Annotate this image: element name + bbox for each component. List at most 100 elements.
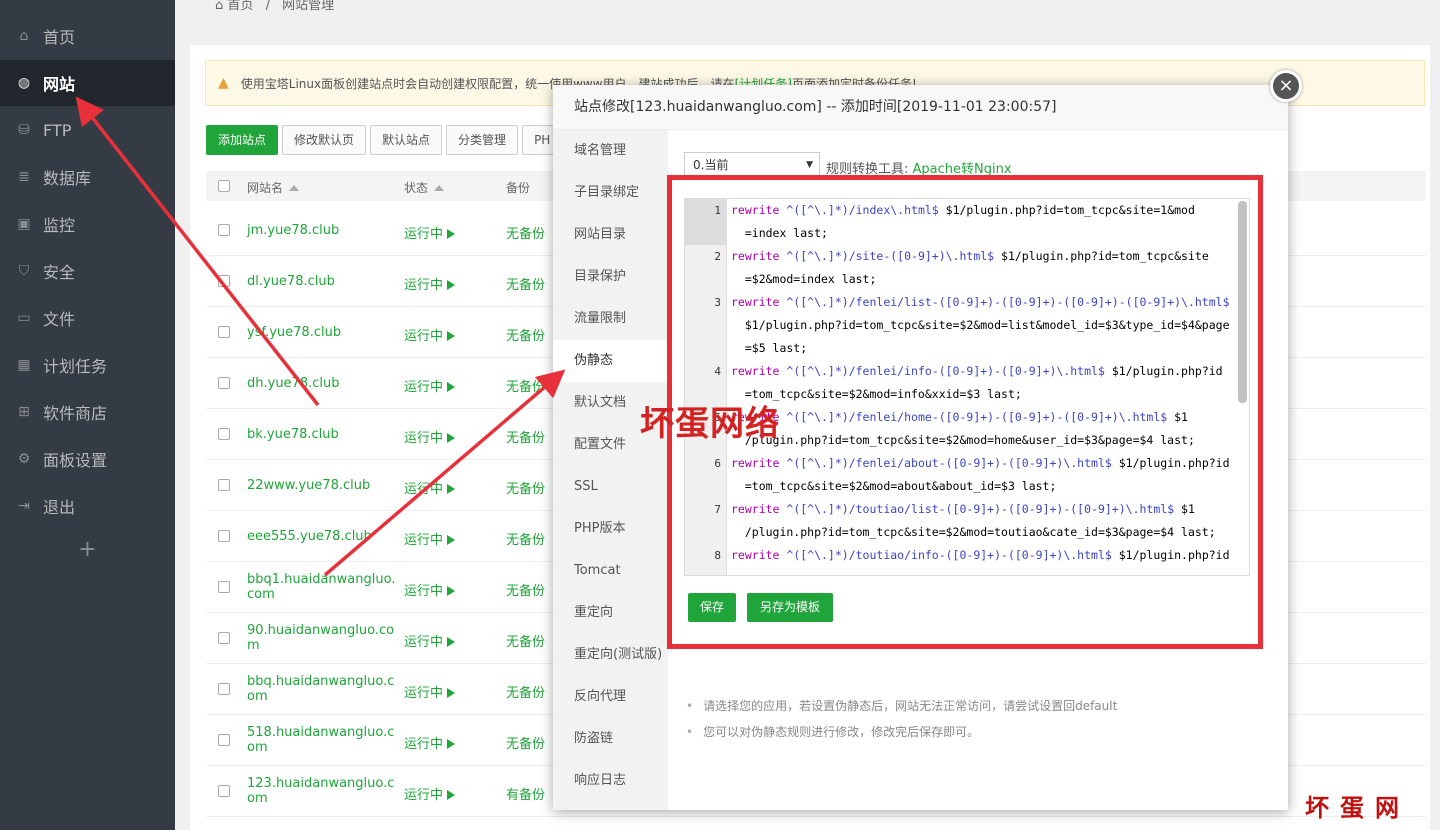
modal-nav-item[interactable]: 域名管理: [553, 130, 668, 172]
site-name-link[interactable]: jm.yue78.club: [247, 223, 397, 238]
site-status[interactable]: 运行中: [404, 682, 456, 701]
site-status[interactable]: 运行中: [404, 274, 456, 293]
rewrite-template-select[interactable]: 0.当前 ▼: [684, 152, 820, 178]
site-status[interactable]: 运行中: [404, 223, 456, 242]
backup-status[interactable]: 无备份: [506, 274, 545, 293]
sidebar-item-8[interactable]: ⊞ 软件商店: [0, 389, 175, 435]
rewrite-code-editor[interactable]: 12345678 rewrite ^([^\.]*)/index\.html$ …: [684, 198, 1250, 576]
row-checkbox[interactable]: [218, 428, 230, 440]
site-name-link[interactable]: dl.yue78.club: [247, 274, 397, 289]
code-line: /plugin.php?id=tom_tcpc&site=$2&mod=tout…: [731, 521, 1236, 544]
add-menu-button[interactable]: +: [0, 530, 175, 570]
home-icon[interactable]: ⌂: [215, 0, 223, 13]
sidebar-item-7[interactable]: ▦ 计划任务: [0, 342, 175, 388]
backup-status[interactable]: 无备份: [506, 529, 545, 548]
rule-tool: 规则转换工具: Apache转Nginx: [826, 158, 1012, 177]
backup-status[interactable]: 无备份: [506, 223, 545, 242]
sidebar-item-9[interactable]: ⚙ 面板设置: [0, 436, 175, 482]
row-checkbox[interactable]: [218, 734, 230, 746]
close-icon[interactable]: ×: [1270, 70, 1302, 102]
modal-nav-item[interactable]: Tomcat: [553, 550, 668, 592]
modal-nav-item[interactable]: 流量限制: [553, 298, 668, 340]
modal-nav-item[interactable]: 网站目录: [553, 214, 668, 256]
sidebar-item-10[interactable]: ⇥ 退出: [0, 483, 175, 529]
backup-status[interactable]: 有备份: [506, 784, 545, 803]
play-icon: [447, 688, 456, 698]
breadcrumb-home[interactable]: 首页: [227, 0, 253, 13]
site-status[interactable]: 运行中: [404, 427, 456, 446]
site-name-link[interactable]: bk.yue78.club: [247, 427, 397, 442]
modal-nav-item[interactable]: 重定向(测试版): [553, 634, 668, 676]
backup-status[interactable]: 无备份: [506, 325, 545, 344]
site-status[interactable]: 运行中: [404, 376, 456, 395]
target: =$5 last;: [731, 341, 808, 355]
backup-status[interactable]: 无备份: [506, 733, 545, 752]
modal-nav-item[interactable]: 反向代理: [553, 676, 668, 718]
site-name-link[interactable]: 90.huaidanwangluo.com: [247, 623, 397, 653]
header-status[interactable]: 状态: [404, 179, 445, 196]
breadcrumb-current: 网站管理: [282, 0, 335, 13]
status-label: 运行中: [404, 635, 444, 650]
backup-status[interactable]: 无备份: [506, 427, 545, 446]
modal-nav-item[interactable]: PHP版本: [553, 508, 668, 550]
sidebar-item-3[interactable]: ≣ 数据库: [0, 154, 175, 200]
row-checkbox[interactable]: [218, 581, 230, 593]
row-checkbox[interactable]: [218, 377, 230, 389]
site-status[interactable]: 运行中: [404, 631, 456, 650]
sidebar-item-0[interactable]: ⌂ 首页: [0, 13, 175, 59]
row-checkbox[interactable]: [218, 275, 230, 287]
row-checkbox[interactable]: [218, 479, 230, 491]
sidebar-item-2[interactable]: ⛁ FTP: [0, 107, 175, 153]
add-site-button[interactable]: 添加站点: [206, 125, 279, 155]
modal-nav-item[interactable]: 重定向: [553, 592, 668, 634]
site-name-link[interactable]: eee555.yue78.club: [247, 529, 397, 544]
sidebar-item-4[interactable]: ▣ 监控: [0, 201, 175, 247]
backup-status[interactable]: 无备份: [506, 580, 545, 599]
row-checkbox[interactable]: [218, 224, 230, 236]
site-status[interactable]: 运行中: [404, 478, 456, 497]
row-checkbox[interactable]: [218, 326, 230, 338]
modal-nav-item[interactable]: 目录保护: [553, 256, 668, 298]
target: $1/plugin.php?id=tom_tcpc&site=$2&mod=li…: [731, 318, 1230, 332]
default-site-button[interactable]: 默认站点: [370, 125, 443, 155]
site-name-link[interactable]: bbq.huaidanwangluo.com: [247, 674, 397, 704]
site-status[interactable]: 运行中: [404, 325, 456, 344]
category-button[interactable]: 分类管理: [446, 125, 519, 155]
site-name-link[interactable]: dh.yue78.club: [247, 376, 397, 391]
row-checkbox[interactable]: [218, 785, 230, 797]
modal-nav-item[interactable]: 响应日志: [553, 760, 668, 802]
header-name[interactable]: 网站名: [247, 179, 300, 196]
modal-nav-item[interactable]: 伪静态: [553, 340, 668, 382]
site-status[interactable]: 运行中: [404, 529, 456, 548]
backup-status[interactable]: 无备份: [506, 478, 545, 497]
modal-nav-item[interactable]: SSL: [553, 466, 668, 508]
code-line: rewrite ^([^\.]*)/fenlei/home-([0-9]+)-(…: [731, 406, 1236, 429]
site-name-link[interactable]: 123.huaidanwangluo.com: [247, 776, 397, 806]
sidebar-item-6[interactable]: ▭ 文件: [0, 295, 175, 341]
site-name-link[interactable]: ysf.yue78.club: [247, 325, 397, 340]
select-all-checkbox[interactable]: [218, 180, 230, 192]
sidebar-item-label: 计划任务: [43, 357, 108, 376]
site-status[interactable]: 运行中: [404, 784, 456, 803]
sidebar-item-1[interactable]: ◍ 网站: [0, 60, 175, 106]
warning-icon: ▲: [218, 75, 229, 91]
apache-to-nginx-link[interactable]: Apache转Nginx: [913, 162, 1012, 177]
row-checkbox[interactable]: [218, 683, 230, 695]
modal-nav-item[interactable]: 子目录绑定: [553, 172, 668, 214]
row-checkbox[interactable]: [218, 632, 230, 644]
row-checkbox[interactable]: [218, 530, 230, 542]
save-as-template-button[interactable]: 另存为模板: [747, 593, 833, 622]
modal-nav-item[interactable]: 防盗链: [553, 718, 668, 760]
site-status[interactable]: 运行中: [404, 733, 456, 752]
backup-status[interactable]: 无备份: [506, 631, 545, 650]
site-status[interactable]: 运行中: [404, 580, 456, 599]
backup-status[interactable]: 无备份: [506, 682, 545, 701]
sidebar-item-5[interactable]: ⛉ 安全: [0, 248, 175, 294]
site-name-link[interactable]: 518.huaidanwangluo.com: [247, 725, 397, 755]
save-button[interactable]: 保存: [688, 593, 736, 622]
backup-status[interactable]: 无备份: [506, 376, 545, 395]
site-name-link[interactable]: bbq1.huaidanwangluo.com: [247, 572, 397, 602]
site-name-link[interactable]: 22www.yue78.club: [247, 478, 397, 493]
edit-default-page-button[interactable]: 修改默认页: [282, 125, 367, 155]
editor-scrollbar[interactable]: [1238, 201, 1247, 403]
